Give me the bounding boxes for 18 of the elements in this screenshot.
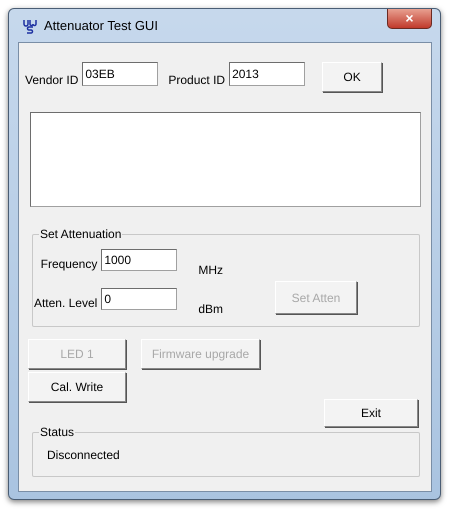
field-label: Product ID bbox=[168, 72, 226, 89]
input-field[interactable]: 03EB bbox=[82, 62, 158, 86]
status-text: Disconnected bbox=[47, 448, 120, 462]
input-field[interactable]: 1000 bbox=[101, 249, 178, 271]
ok-button[interactable]: OK bbox=[322, 62, 382, 92]
field-label: Atten. Level bbox=[33, 295, 98, 312]
exit-button[interactable]: Exit bbox=[324, 399, 418, 427]
group-title: Status bbox=[39, 425, 76, 439]
cal-write-button[interactable]: Cal. Write bbox=[28, 372, 126, 402]
unit-label: MHz bbox=[198, 262, 223, 279]
group-title: Set Attenuation bbox=[39, 227, 122, 241]
app-icon bbox=[22, 18, 38, 34]
input-field[interactable]: 2013 bbox=[229, 62, 306, 86]
field-label: Frequency bbox=[40, 256, 98, 273]
window-title: Attenuator Test GUI bbox=[44, 16, 158, 35]
unit-label: dBm bbox=[198, 301, 223, 318]
input-field[interactable]: 0 bbox=[101, 288, 178, 310]
field-label: Vendor ID bbox=[25, 72, 78, 89]
